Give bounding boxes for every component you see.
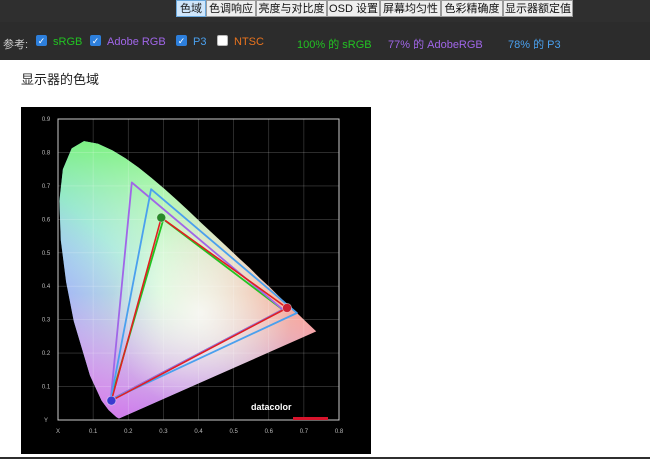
y-tick-label: 0.1 (42, 385, 51, 391)
y-tick-label: Y (44, 418, 48, 424)
primary-marker-1 (156, 212, 167, 223)
datacolor-logo-text: datacolor (251, 402, 292, 412)
tab-6[interactable]: 显示器额定值 (503, 0, 573, 17)
checkbox-0[interactable]: ✓ (36, 35, 47, 46)
checkbox-1[interactable]: ✓ (90, 35, 101, 46)
tab-bar: 色域 色调响应 亮度与对比度 OSD 设置 屏幕均匀性 色彩精确度 显示器额定值 (0, 0, 650, 18)
primary-marker-2 (106, 395, 117, 406)
y-tick-label: 0.7 (42, 184, 51, 190)
checkbox-2[interactable]: ✓ (176, 35, 187, 46)
tab-2[interactable]: 亮度与对比度 (256, 0, 327, 17)
x-tick-label: X (56, 429, 60, 435)
y-tick-label: 0.3 (42, 318, 51, 324)
page-title: 显示器的色域 (21, 72, 100, 87)
y-tick-label: 0.5 (42, 251, 51, 257)
tab-5[interactable]: 色彩精确度 (441, 0, 503, 17)
reference-label: 参考: (3, 39, 29, 51)
y-tick-label: 0.6 (42, 217, 51, 223)
x-tick-label: 0.3 (159, 429, 168, 435)
tab-0[interactable]: 色域 (176, 0, 206, 17)
y-tick-label: 0.8 (42, 150, 51, 156)
locus-fill-white (59, 141, 317, 419)
reference-option-1[interactable]: Adobe RGB (107, 36, 166, 48)
reference-bar: 参考: ✓ sRGB ✓ Adobe RGB ✓ P3 NTSC 100% 的 sRGB 77%… (0, 22, 650, 60)
y-tick-label: 0.4 (42, 284, 51, 290)
tab-1[interactable]: 色调响应 (206, 0, 256, 17)
reference-option-0[interactable]: sRGB (53, 36, 82, 48)
coverage-stat-1: 77% 的 AdobeRGB (388, 39, 483, 51)
reference-option-2[interactable]: P3 (193, 36, 206, 48)
y-tick-label: 0.9 (42, 117, 51, 123)
gamut-chart: X 0.1 0.2 0.3 0.4 0.5 0.6 0.7 0.8 Y 0.1 0.2 0.3 0.4 0.… (21, 107, 371, 454)
x-tick-label: 0.1 (89, 429, 98, 435)
main-panel: 显示器的色域 X 0.1 0.2 0.3 0.4 0.5 0.6 0.7 0.8… (0, 60, 650, 457)
gamut-chart-svg: X 0.1 0.2 0.3 0.4 0.5 0.6 0.7 0.8 Y 0.1 0.2 0.3 0.4 0.… (42, 117, 344, 435)
x-tick-label: 0.7 (300, 429, 309, 435)
tab-3[interactable]: OSD 设置 (327, 0, 380, 17)
y-tick-label: 0.2 (42, 351, 51, 357)
checkbox-3[interactable] (217, 35, 228, 46)
coverage-stat-0: 100% 的 sRGB (297, 39, 372, 51)
reference-option-3[interactable]: NTSC (234, 36, 264, 48)
datacolor-logo: datacolor (251, 402, 328, 420)
datacolor-logo-bar (293, 417, 328, 420)
x-tick-label: 0.6 (265, 429, 274, 435)
x-tick-label: 0.5 (229, 429, 238, 435)
x-tick-label: 0.8 (335, 429, 344, 435)
x-tick-label: 0.4 (194, 429, 203, 435)
spectral-locus (59, 141, 317, 419)
tab-4[interactable]: 屏幕均匀性 (380, 0, 441, 17)
coverage-stat-2: 78% 的 P3 (508, 39, 561, 51)
primary-marker-0 (282, 303, 292, 313)
x-tick-label: 0.2 (124, 429, 133, 435)
